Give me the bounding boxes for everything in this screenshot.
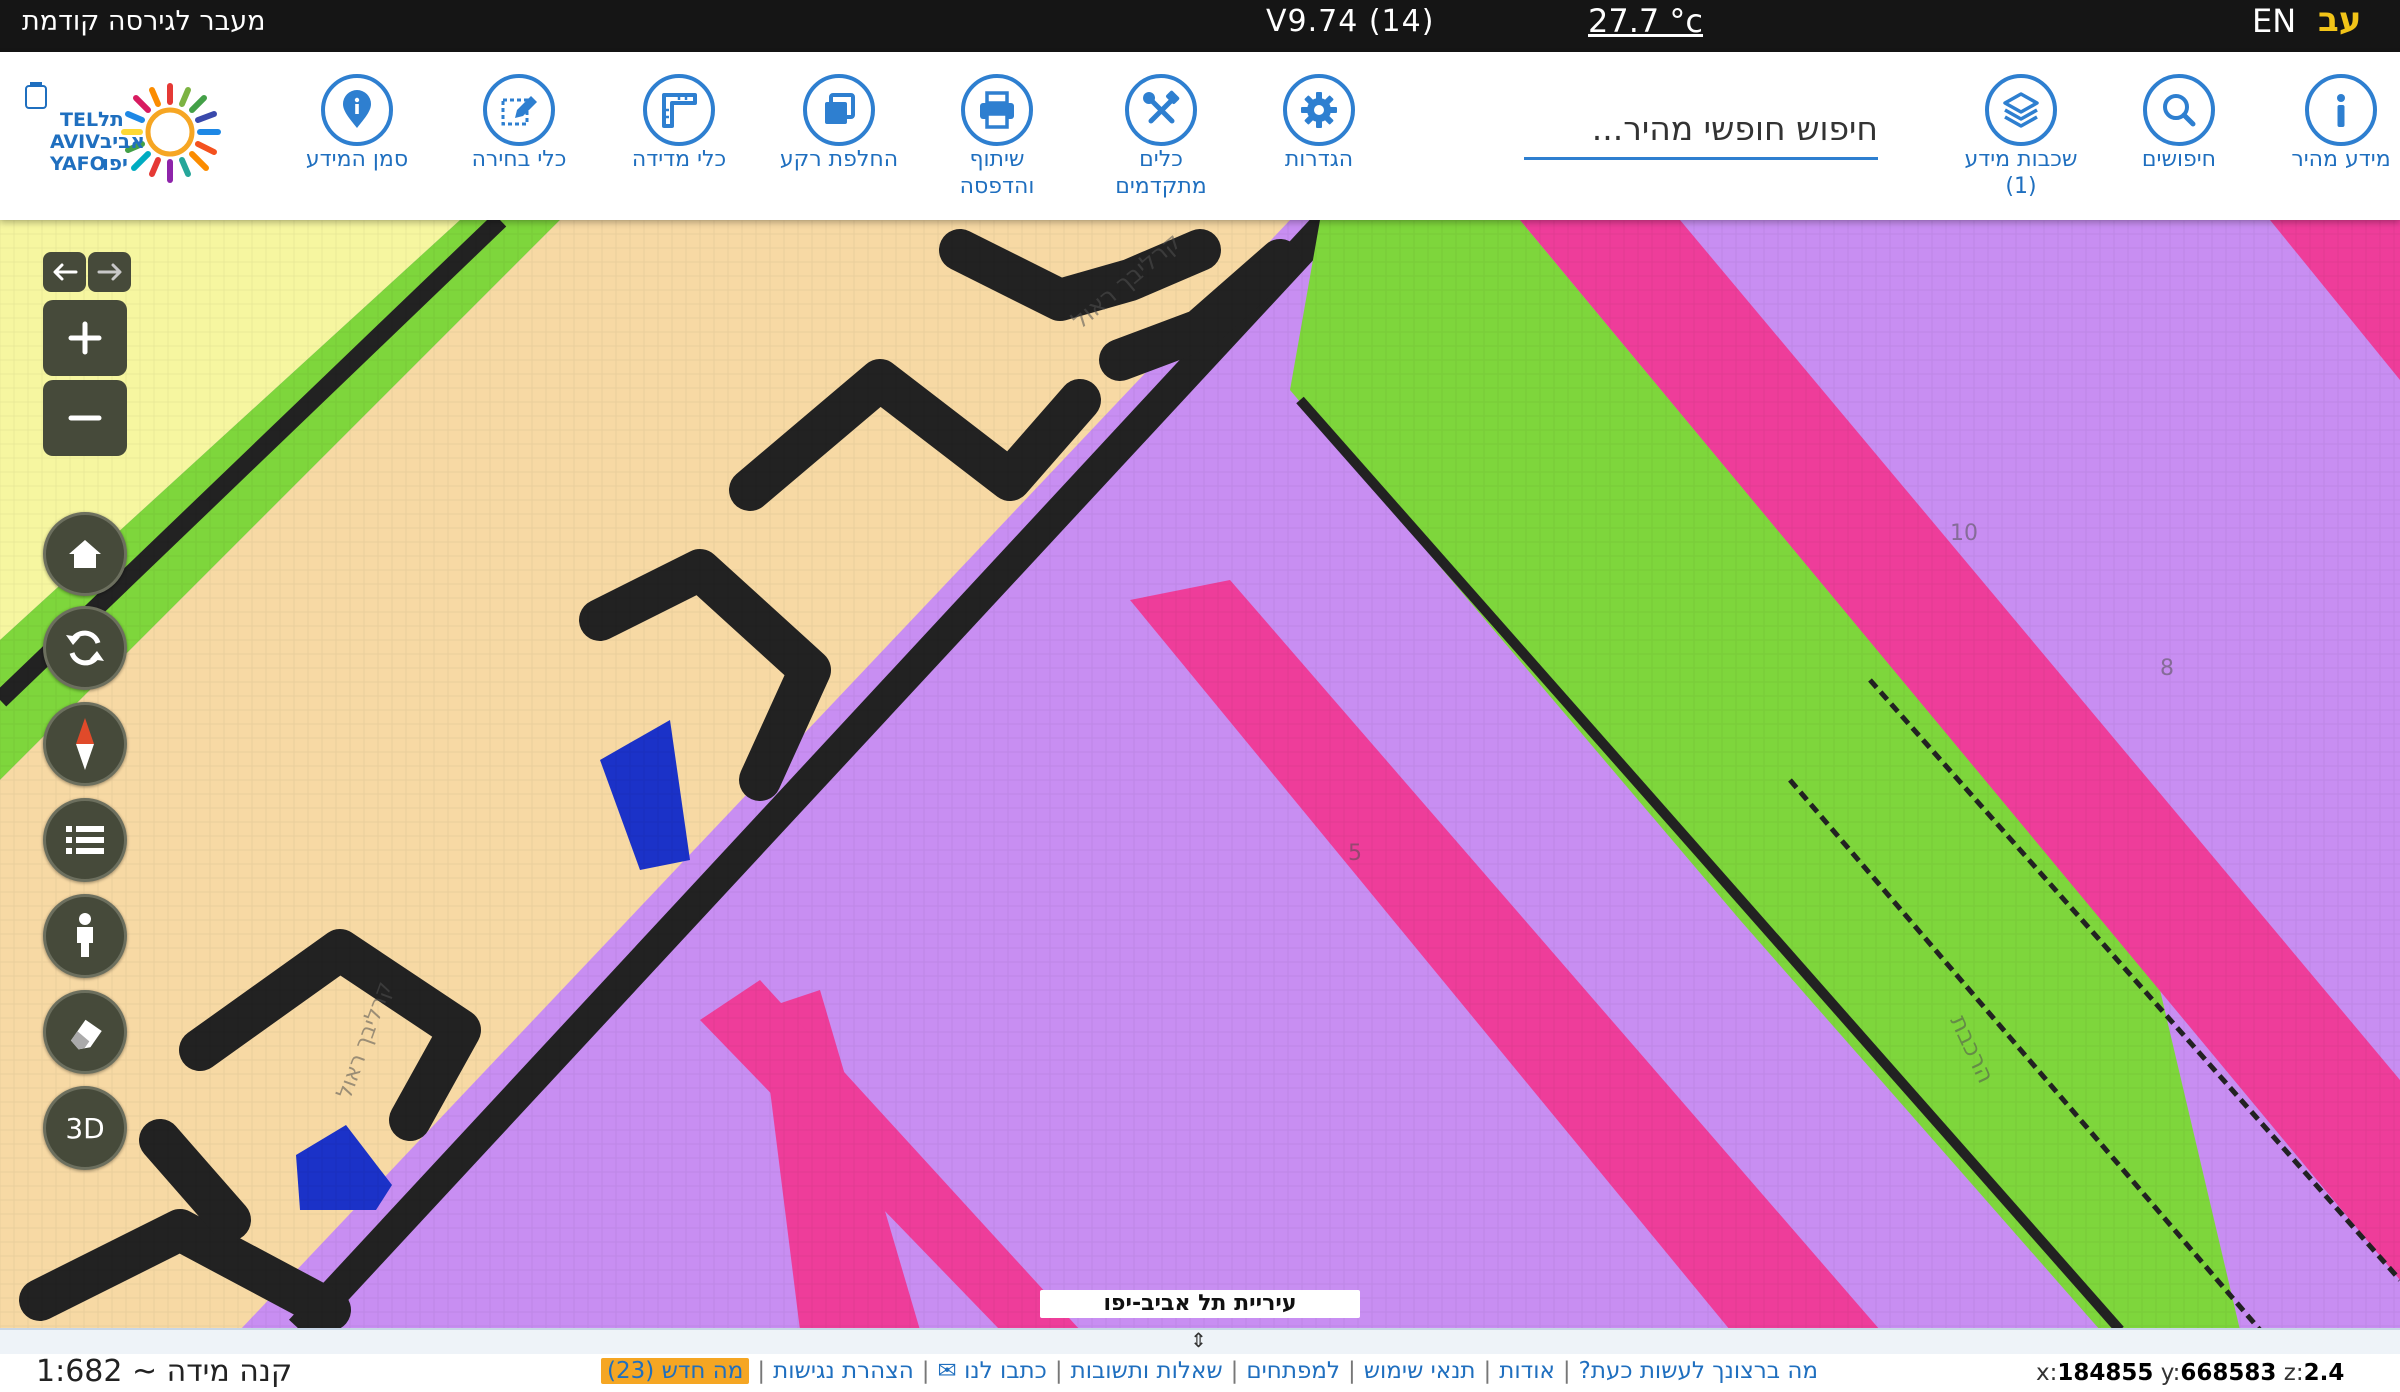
home-icon — [69, 540, 101, 568]
whats-new-badge[interactable]: מה חדש (23) — [601, 1358, 750, 1384]
switch-basemap-label: החלפת רקע — [779, 147, 899, 172]
footer-bar: קנה מידה ~ 1:682 מה ברצונך לעשות כעת? | … — [0, 1354, 2400, 1392]
location-pin-icon — [321, 74, 393, 146]
minus-icon — [68, 415, 102, 421]
ruler-icon — [643, 74, 715, 146]
zoom-in-button[interactable] — [43, 300, 127, 376]
selection-tools-label: כלי בחירה — [471, 147, 567, 172]
advanced-tools-button[interactable]: כלים מתקדמים — [1086, 74, 1236, 200]
printer-icon — [961, 74, 1033, 146]
layers-button[interactable]: שכבות מידע (1) — [1946, 74, 2096, 200]
zoom-out-button[interactable] — [43, 380, 127, 456]
footer-link-about[interactable]: אודות — [1499, 1358, 1555, 1384]
map-scale-text: קנה מידה ~ 1:682 — [36, 1354, 293, 1389]
expand-handle-icon: ⇕ — [1190, 1328, 1207, 1352]
advanced-tools-label-2: מתקדמים — [1115, 174, 1207, 199]
switch-basemap-button[interactable]: החלפת רקע — [764, 74, 914, 173]
share-print-button[interactable]: שיתוף והדפסה — [922, 74, 1072, 200]
gear-icon — [1283, 74, 1355, 146]
refresh-icon — [66, 630, 104, 666]
svg-text:אביב: אביב — [100, 129, 145, 153]
layers-label: שכבות מידע — [1964, 147, 2078, 172]
settings-button[interactable]: הגדרות — [1244, 74, 1394, 173]
info-icon — [2305, 74, 2377, 146]
parcel-number-2: 8 — [2160, 656, 2174, 681]
eraser-icon — [70, 1019, 102, 1050]
temperature-link[interactable]: 27.7 °c — [1588, 2, 1703, 40]
svg-text:YAFO: YAFO — [49, 153, 106, 175]
footer-link-developers[interactable]: למפתחים — [1246, 1358, 1340, 1384]
svg-text:AVIV: AVIV — [50, 131, 100, 153]
language-english-button[interactable]: EN — [2252, 2, 2296, 40]
selection-tools-button[interactable]: כלי בחירה — [444, 74, 594, 173]
advanced-tools-label-1: כלים — [1139, 147, 1183, 172]
eraser-button[interactable] — [43, 990, 127, 1074]
parcel-number-3: 5 — [1348, 841, 1362, 866]
coord-x: 184855 — [2057, 1360, 2154, 1386]
info-marker-label: סמן המידע — [305, 147, 409, 172]
arrow-left-icon — [53, 263, 77, 281]
search-icon — [2143, 74, 2215, 146]
list-icon — [66, 826, 104, 854]
street-view-button[interactable] — [43, 894, 127, 978]
main-toolbar: מידע מהיר חיפושים שכבות מידע (1) הגדרות — [0, 52, 2400, 220]
footer-link-terms[interactable]: תנאי שימוש — [1364, 1358, 1476, 1384]
layers-count: (1) — [2005, 174, 2037, 199]
pencil-select-icon — [483, 74, 555, 146]
compass-icon — [76, 718, 94, 770]
quick-search-input[interactable] — [1524, 100, 1878, 156]
3d-view-button[interactable]: 3D — [43, 1086, 127, 1170]
svg-text:TEL: TEL — [60, 109, 98, 131]
legend-list-button[interactable] — [43, 798, 127, 882]
map-history-arrows — [43, 252, 131, 292]
copy-icon — [803, 74, 875, 146]
quick-search-box — [1524, 100, 1878, 160]
language-hebrew-button[interactable]: עב — [2318, 0, 2361, 40]
arrow-right-icon — [97, 263, 121, 281]
svg-text:יפו: יפו — [102, 151, 128, 175]
top-bar: מעבר לגירסה קודמת V9.74 (14) 27.7 °c EN … — [0, 0, 2400, 52]
info-marker-button[interactable]: סמן המידע — [282, 74, 432, 173]
forward-button[interactable] — [88, 252, 131, 292]
map-attribution-label: עיריית תל אביב-יפו — [1040, 1290, 1360, 1318]
back-button[interactable] — [43, 252, 86, 292]
city-crest-icon — [25, 82, 47, 109]
layers-icon — [1985, 74, 2057, 146]
settings-label: הגדרות — [1284, 147, 1354, 172]
previous-version-link[interactable]: מעבר לגירסה קודמת — [22, 6, 266, 37]
footer-link-faq[interactable]: שאלות ותשובות — [1071, 1358, 1223, 1384]
searches-button[interactable]: חיפושים — [2104, 74, 2254, 173]
footer-link-contact[interactable]: כתבו לנו ✉ — [938, 1358, 1047, 1384]
map-tiles: קרליבך ראול קרליבך ראול הרכבת 10 8 5 — [0, 220, 2400, 1330]
coordinates-readout: x:184855 y:668583 z:2.4 — [2036, 1360, 2345, 1386]
plus-icon — [68, 321, 102, 355]
quick-info-button[interactable]: מידע מהיר — [2266, 74, 2400, 173]
tools-icon — [1125, 74, 1197, 146]
compass-button[interactable] — [43, 702, 127, 786]
home-button[interactable] — [43, 512, 127, 596]
street-view-person-icon — [77, 913, 93, 957]
tel-aviv-yafo-logo[interactable]: TEL תל AVIV אביב YAFO יפו — [20, 74, 250, 204]
footer-link-accessibility[interactable]: הצהרת נגישות — [773, 1358, 914, 1384]
map-canvas[interactable]: קרליבך ראול קרליבך ראול הרכבת 10 8 5 עיר… — [0, 220, 2400, 1330]
coord-z: 2.4 — [2303, 1360, 2345, 1386]
measure-tools-button[interactable]: כלי מדידה — [604, 74, 754, 173]
version-text: V9.74 (14) — [1266, 4, 1435, 39]
3d-label: 3D — [65, 1111, 105, 1145]
svg-text:תל: תל — [98, 107, 124, 131]
refresh-button[interactable] — [43, 606, 127, 690]
parcel-number-1: 10 — [1950, 521, 1978, 546]
gis-app: מעבר לגירסה קודמת V9.74 (14) 27.7 °c EN … — [0, 0, 2400, 1392]
bottom-panel-handle[interactable]: ⇕ — [0, 1328, 2400, 1354]
share-print-label-2: והדפסה — [959, 174, 1035, 199]
share-print-label-1: שיתוף — [969, 147, 1025, 172]
footer-links: מה ברצונך לעשות כעת? | אודות | תנאי שימו… — [578, 1358, 1818, 1384]
searches-label: חיפושים — [2141, 147, 2217, 172]
coord-y: 668583 — [2180, 1360, 2277, 1386]
quick-info-label: מידע מהיר — [2291, 147, 2391, 172]
measure-tools-label: כלי מדידה — [631, 147, 727, 172]
footer-link-what-to-do[interactable]: מה ברצונך לעשות כעת? — [1579, 1358, 1818, 1384]
